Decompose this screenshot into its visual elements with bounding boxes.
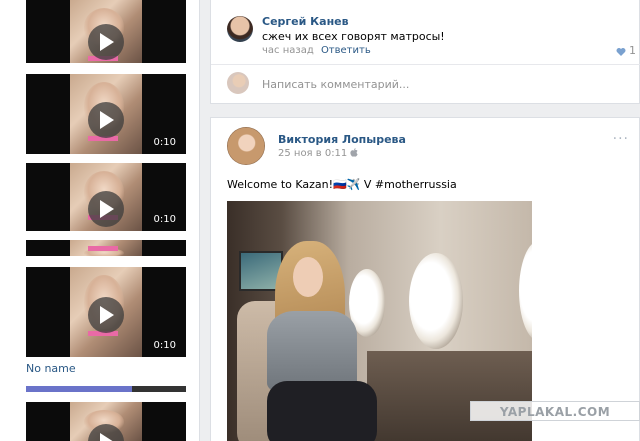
video-item[interactable]: 0:10: [26, 267, 186, 357]
person-face: [293, 257, 323, 297]
play-icon[interactable]: [88, 24, 124, 60]
plane-window: [519, 241, 532, 341]
comment-time: час назад: [262, 45, 314, 56]
post-card: Виктория Лопырева 25 ноя в 0:11 ··· Welc…: [210, 117, 640, 441]
person-legs: [267, 381, 377, 441]
comment-text: сжеч их всех говорят матросы!: [262, 30, 445, 43]
comment-meta: час назад Ответить: [262, 45, 371, 56]
post-date[interactable]: 25 ноя в 0:11: [278, 148, 359, 159]
play-icon[interactable]: [88, 102, 124, 138]
comment-author-name[interactable]: Сергей Канев: [262, 15, 349, 28]
video-item[interactable]: 0:10: [26, 163, 186, 231]
video-title[interactable]: No name: [26, 362, 76, 375]
video-item[interactable]: [26, 402, 186, 441]
person-top: [267, 311, 357, 391]
video-duration: 0:10: [153, 214, 176, 225]
video-duration: 0:10: [153, 137, 176, 148]
video-duration: 0:10: [153, 340, 176, 351]
comments-card: Сергей Канев сжеч их всех говорят матрос…: [210, 0, 640, 104]
post-text: Welcome to Kazan!🇷🇺✈️ V #motherrussia: [227, 178, 457, 191]
video-progress-bar[interactable]: [26, 386, 186, 392]
like-count: 1: [629, 44, 636, 57]
comment-input[interactable]: Написать комментарий...: [262, 78, 409, 91]
video-item[interactable]: [26, 240, 186, 256]
comment-author-avatar[interactable]: [227, 16, 253, 42]
thumbnail-caption: [88, 246, 118, 251]
play-icon[interactable]: [88, 297, 124, 333]
progress-fill: [26, 386, 132, 392]
current-user-avatar: [227, 72, 249, 94]
post-author-name[interactable]: Виктория Лопырева: [278, 133, 406, 146]
reply-button[interactable]: Ответить: [321, 45, 371, 56]
more-icon[interactable]: ···: [613, 131, 629, 147]
divider: [211, 64, 640, 65]
heart-icon[interactable]: [616, 47, 626, 56]
video-item[interactable]: 0:10: [26, 74, 186, 154]
apple-icon: [350, 148, 359, 157]
video-list: 0:10 0:10 0:10 No name: [0, 0, 200, 441]
cabin-interior: [367, 351, 532, 441]
video-item[interactable]: [26, 0, 186, 63]
watermark: YAPLAKAL.COM: [470, 401, 640, 421]
play-icon[interactable]: [88, 191, 124, 227]
plane-window: [409, 253, 463, 349]
post-date-text: 25 ноя в 0:11: [278, 148, 348, 159]
post-author-avatar[interactable]: [227, 127, 265, 165]
